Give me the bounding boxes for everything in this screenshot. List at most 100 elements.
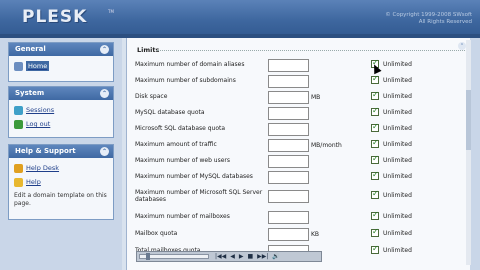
- sidebar-item-label: Help Desk: [26, 164, 60, 172]
- main-content: Limits ⌃ Maximum number of domain aliase…: [126, 38, 470, 270]
- limit-label: MySQL database quota: [135, 109, 205, 116]
- collapse-icon[interactable]: ⌃: [100, 147, 109, 156]
- limit-row: MySQL database quota Unlimited: [135, 106, 467, 122]
- right-margin: [470, 38, 480, 270]
- limit-row: Maximum number of MySQL databases Unlimi…: [135, 170, 467, 186]
- limit-row: Mailbox quota KB Unlimited: [135, 227, 467, 243]
- limit-value-input[interactable]: [268, 171, 309, 184]
- sidebar-item-label: Home: [26, 61, 50, 71]
- unlimited-checkbox[interactable]: [371, 138, 379, 148]
- sidebar: General ⌃ Home System ⌃ Sessions Log out: [0, 38, 122, 270]
- volume-icon[interactable]: 🔊: [272, 253, 279, 260]
- section-title-limits: Limits: [137, 46, 160, 54]
- limit-row: Maximum number of web users Unlimited: [135, 154, 467, 170]
- panel-system: System ⌃ Sessions Log out: [8, 86, 114, 138]
- sessions-icon: [14, 105, 23, 115]
- panel-general-title: General: [15, 45, 46, 53]
- limit-label: Maximum number of MySQL databases: [135, 173, 253, 180]
- unlimited-label: Unlimited: [383, 247, 412, 254]
- unlimited-checkbox[interactable]: [371, 227, 379, 237]
- rewind-icon[interactable]: ◀: [230, 253, 235, 260]
- unlimited-checkbox[interactable]: [371, 244, 379, 254]
- help-icon: [14, 177, 23, 187]
- unlimited-label: Unlimited: [383, 213, 412, 220]
- help-desk-icon: [14, 163, 23, 173]
- sidebar-item-logout[interactable]: Log out: [14, 117, 108, 131]
- limit-row: Disk space MB Unlimited: [135, 90, 467, 106]
- sidebar-item-help-desk[interactable]: Help Desk: [14, 161, 108, 175]
- skip-forward-icon[interactable]: ▶▶|: [257, 253, 268, 260]
- panel-help-title: Help & Support: [15, 147, 76, 155]
- limit-value-input[interactable]: [268, 91, 309, 104]
- limit-row: Maximum number of domain aliases Unlimit…: [135, 58, 467, 74]
- unlimited-checkbox[interactable]: [371, 154, 379, 164]
- limit-row: Maximum number of mailboxes Unlimited: [135, 210, 467, 226]
- sidebar-item-home[interactable]: Home: [14, 59, 108, 73]
- unlimited-label: Unlimited: [383, 61, 412, 68]
- limit-value-input[interactable]: [268, 211, 309, 224]
- logout-icon: [14, 119, 23, 129]
- unlimited-label: Unlimited: [383, 141, 412, 148]
- sidebar-item-label: Sessions: [26, 106, 55, 114]
- unlimited-checkbox[interactable]: [371, 122, 379, 132]
- limit-unit: MB: [311, 94, 321, 101]
- play-icon[interactable]: ▶: [239, 253, 244, 260]
- limit-row: Maximum number of subdomains Unlimited: [135, 74, 467, 90]
- copyright-line-1: © Copyright 1999-2008 SWsoft: [385, 12, 472, 18]
- section-divider: [157, 50, 467, 51]
- limit-value-input[interactable]: [268, 75, 309, 88]
- copyright-line-2: All Rights Reserved: [418, 19, 472, 25]
- limit-label: Maximum number of web users: [135, 157, 231, 164]
- copyright-text: © Copyright 1999-2008 SWsoft All Rights …: [385, 12, 472, 26]
- limit-label: Microsoft SQL database quota: [135, 125, 226, 132]
- limit-label: Maximum number of mailboxes: [135, 213, 230, 220]
- panel-general-header[interactable]: General ⌃: [9, 43, 113, 56]
- sidebar-item-sessions[interactable]: Sessions: [14, 103, 108, 117]
- limit-value-input[interactable]: [268, 123, 309, 136]
- panel-help-header[interactable]: Help & Support ⌃: [9, 145, 113, 158]
- unlimited-label: Unlimited: [383, 77, 412, 84]
- limit-label: Maximum number of domain aliases: [135, 61, 245, 68]
- plesk-logo: PLESK: [22, 7, 88, 27]
- seek-track[interactable]: [139, 253, 209, 260]
- unlimited-checkbox[interactable]: [371, 74, 379, 84]
- help-context-text: Edit a domain template on this page.: [14, 192, 107, 207]
- unlimited-label: Unlimited: [383, 192, 412, 199]
- unlimited-label: Unlimited: [383, 109, 412, 116]
- home-icon: [14, 61, 23, 71]
- unlimited-label: Unlimited: [383, 173, 412, 180]
- scrollbar-thumb[interactable]: [466, 90, 471, 150]
- stop-icon[interactable]: ■: [248, 253, 254, 260]
- limit-value-input[interactable]: [268, 190, 309, 203]
- unlimited-checkbox[interactable]: [371, 106, 379, 116]
- limit-value-input[interactable]: [268, 107, 309, 120]
- unlimited-checkbox[interactable]: [371, 189, 379, 199]
- limit-value-input[interactable]: [268, 228, 309, 241]
- unlimited-checkbox[interactable]: [371, 90, 379, 100]
- skip-back-icon[interactable]: |◀◀: [215, 253, 226, 260]
- limit-unit: MB/month: [311, 142, 342, 149]
- sidebar-item-help[interactable]: Help: [14, 175, 108, 189]
- logo-trademark: TM: [108, 9, 114, 14]
- panel-general: General ⌃ Home: [8, 42, 114, 82]
- unlimited-checkbox[interactable]: [371, 210, 379, 220]
- limit-value-input[interactable]: [268, 155, 309, 168]
- panel-help: Help & Support ⌃ Help Desk Help Edit a d…: [8, 144, 114, 220]
- limit-row: Maximum amount of traffic MB/month Unlim…: [135, 138, 467, 154]
- limit-value-input[interactable]: [268, 59, 309, 72]
- unlimited-label: Unlimited: [383, 125, 412, 132]
- sidebar-item-label: Log out: [26, 120, 51, 128]
- unlimited-label: Unlimited: [383, 157, 412, 164]
- limit-label: Disk space: [135, 93, 168, 100]
- panel-system-header[interactable]: System ⌃: [9, 87, 113, 100]
- limit-row: Microsoft SQL database quota Unlimited: [135, 122, 467, 138]
- vertical-scrollbar[interactable]: [466, 40, 471, 265]
- collapse-icon[interactable]: ⌃: [100, 45, 109, 54]
- limit-label: Maximum number of subdomains: [135, 77, 236, 84]
- unlimited-checkbox[interactable]: [371, 170, 379, 180]
- scroll-up-icon[interactable]: ⌃: [458, 42, 466, 50]
- limit-value-input[interactable]: [268, 139, 309, 152]
- limit-label: Maximum number of Microsoft SQL Server d…: [135, 189, 263, 203]
- header-bar: PLESK TM © Copyright 1999-2008 SWsoft Al…: [0, 0, 480, 34]
- collapse-icon[interactable]: ⌃: [100, 89, 109, 98]
